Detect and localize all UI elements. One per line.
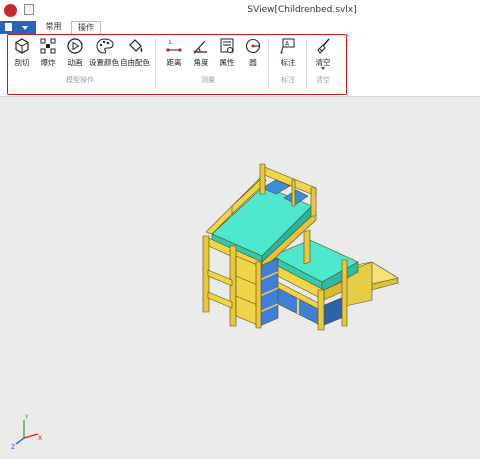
title-bar: SView[Childrenbed.svlx] (0, 0, 480, 21)
axis-y-label: Y (24, 414, 29, 421)
tab-normal[interactable]: 常用 (40, 21, 67, 33)
axis-x-label: X (38, 435, 42, 442)
tab-operations[interactable]: 操作 (71, 21, 101, 34)
file-document-icon (5, 23, 12, 31)
window-title: SView[Childrenbed.svlx] (247, 5, 357, 15)
children-bed-model[interactable] (202, 163, 399, 331)
model-viewport[interactable] (0, 97, 480, 459)
ribbon-highlight-box (7, 34, 347, 95)
axis-z-label: Z (11, 444, 15, 450)
axis-indicator: Y X Z (11, 414, 42, 450)
